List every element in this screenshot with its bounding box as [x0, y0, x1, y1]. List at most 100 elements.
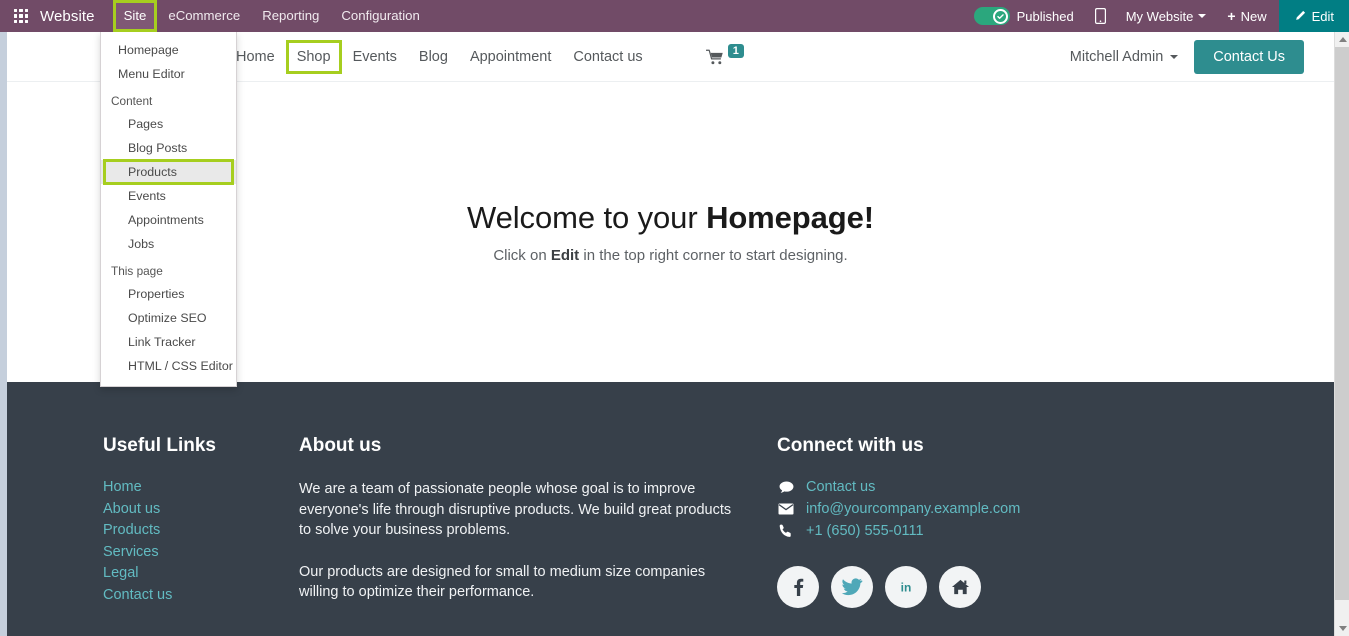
menu-item-blog-posts[interactable]: Blog Posts [101, 136, 236, 160]
menu-item-link-tracker[interactable]: Link Tracker [101, 330, 236, 354]
page-title-bold: Homepage! [706, 200, 874, 235]
contact-us-cta-label: Contact Us [1213, 48, 1285, 65]
menu-item-link-tracker-label: Link Tracker [128, 335, 196, 349]
menu-item-homepage[interactable]: Homepage [101, 38, 236, 62]
publish-status-label: Published [1016, 8, 1074, 24]
menu-section-content-label: Content [111, 94, 153, 108]
footer-email-row: info@yourcompany.example.com [777, 501, 1077, 517]
nav-link-shop[interactable]: Shop [285, 39, 342, 74]
new-button[interactable]: + New [1215, 9, 1278, 24]
nav-link-appointment-label: Appointment [469, 48, 552, 65]
pencil-icon [1294, 10, 1306, 22]
menu-item-appointments-label: Appointments [128, 213, 204, 227]
linkedin-button[interactable]: in [885, 566, 927, 608]
home-button[interactable] [939, 566, 981, 608]
page-subtitle-pre: Click on [493, 247, 551, 264]
nav-link-contact-us[interactable]: Contact us [562, 44, 653, 70]
menu-item-jobs[interactable]: Jobs [101, 232, 236, 256]
footer-about-paragraph-2: Our products are designed for small to m… [299, 563, 706, 601]
menu-item-homepage-label: Homepage [118, 43, 179, 57]
nav-link-shop-label: Shop [296, 48, 331, 65]
menu-item-pages[interactable]: Pages [101, 112, 236, 136]
new-button-label: New [1240, 8, 1267, 24]
menu-item-optimize-seo[interactable]: Optimize SEO [101, 306, 236, 330]
topmenu-site-label: Site [123, 8, 147, 23]
contact-us-cta-button[interactable]: Contact Us [1194, 39, 1304, 74]
footer-contact-us-link[interactable]: Contact us [806, 479, 875, 495]
menu-item-menu-editor-label: Menu Editor [118, 67, 185, 81]
menu-section-this-page-label: This page [111, 264, 163, 278]
topmenu-ecommerce[interactable]: eCommerce [157, 0, 251, 32]
chevron-down-icon [1198, 14, 1207, 18]
vertical-scrollbar[interactable] [1334, 32, 1349, 636]
scroll-up-arrow[interactable] [1335, 32, 1349, 47]
nav-link-appointment[interactable]: Appointment [459, 44, 562, 70]
website-footer: Useful Links Home About us Products Serv… [7, 382, 1334, 636]
menu-item-blog-posts-label: Blog Posts [128, 141, 188, 155]
cart-button[interactable]: 1 [705, 43, 744, 65]
mobile-preview-icon[interactable] [1084, 8, 1117, 24]
topmenu-configuration-label: Configuration [341, 8, 420, 23]
footer-link-products[interactable]: Products [103, 522, 299, 538]
nav-link-home-label: Home [236, 48, 275, 65]
website-selector[interactable]: My Website [1117, 9, 1216, 24]
top-systray-bar: Website Site eCommerce Reporting Configu… [0, 0, 1349, 32]
plus-icon: + [1227, 8, 1236, 24]
facebook-button[interactable] [777, 566, 819, 608]
topmenu-reporting-label: Reporting [262, 8, 320, 23]
topmenu-configuration[interactable]: Configuration [330, 0, 430, 32]
menu-item-events-label: Events [128, 189, 166, 203]
menu-item-appointments[interactable]: Appointments [101, 208, 236, 232]
nav-link-blog[interactable]: Blog [408, 44, 459, 70]
footer-phone-link[interactable]: +1 (650) 555-0111 [806, 523, 924, 539]
menu-item-html-css-editor-label: HTML / CSS Editor [128, 359, 233, 373]
menu-item-optimize-seo-label: Optimize SEO [128, 311, 207, 325]
menu-section-content: Content [101, 86, 236, 112]
menu-item-html-css-editor[interactable]: HTML / CSS Editor [101, 354, 236, 378]
user-menu[interactable]: Mitchell Admin [1069, 48, 1179, 65]
menu-item-jobs-label: Jobs [128, 237, 155, 251]
menu-item-products-label: Products [128, 165, 177, 179]
nav-link-blog-label: Blog [418, 48, 448, 65]
edit-button[interactable]: Edit [1278, 0, 1349, 32]
app-brand-title: Website [40, 7, 95, 25]
scrollbar-thumb[interactable] [1335, 47, 1349, 600]
footer-link-services[interactable]: Services [103, 544, 299, 560]
menu-item-pages-label: Pages [128, 117, 164, 131]
footer-link-about-us[interactable]: About us [103, 501, 299, 517]
topmenu-ecommerce-label: eCommerce [168, 8, 241, 23]
menu-item-properties-label: Properties [128, 287, 185, 301]
topmenu-site[interactable]: Site [112, 0, 158, 32]
menu-item-properties[interactable]: Properties [101, 282, 236, 306]
nav-link-events[interactable]: Events [342, 44, 408, 70]
nav-link-events-label: Events [352, 48, 397, 65]
scroll-down-arrow[interactable] [1335, 621, 1349, 636]
page-subtitle-post: in the top right corner to start designi… [579, 247, 848, 264]
triangle-down-icon [1338, 626, 1347, 631]
apps-grid-icon[interactable] [14, 9, 28, 23]
envelope-icon [777, 503, 795, 515]
footer-email-link[interactable]: info@yourcompany.example.com [806, 501, 1020, 517]
publish-switch[interactable] [973, 7, 1010, 25]
user-menu-label: Mitchell Admin [1069, 48, 1164, 65]
triangle-up-icon [1338, 37, 1347, 42]
page-left-margin [0, 32, 7, 636]
page-title-plain: Welcome to your [467, 200, 707, 235]
home-icon [951, 579, 969, 595]
page-subtitle-bold: Edit [550, 247, 580, 264]
publish-toggle[interactable]: Published [964, 7, 1084, 25]
topmenu-reporting[interactable]: Reporting [251, 0, 330, 32]
menu-item-events[interactable]: Events [101, 184, 236, 208]
website-selector-label: My Website [1125, 8, 1194, 24]
footer-link-contact-us[interactable]: Contact us [103, 587, 299, 603]
footer-about-title: About us [299, 435, 382, 456]
footer-link-legal[interactable]: Legal [103, 565, 299, 581]
systray-right-group: Published My Website + New Edit [964, 0, 1349, 32]
menu-item-products[interactable]: Products [101, 159, 236, 185]
twitter-button[interactable] [831, 566, 873, 608]
footer-contact-row: Contact us [777, 479, 1077, 495]
footer-link-home[interactable]: Home [103, 479, 299, 495]
menu-item-menu-editor[interactable]: Menu Editor [101, 62, 236, 86]
menu-section-this-page: This page [101, 256, 236, 282]
twitter-icon [841, 578, 863, 596]
